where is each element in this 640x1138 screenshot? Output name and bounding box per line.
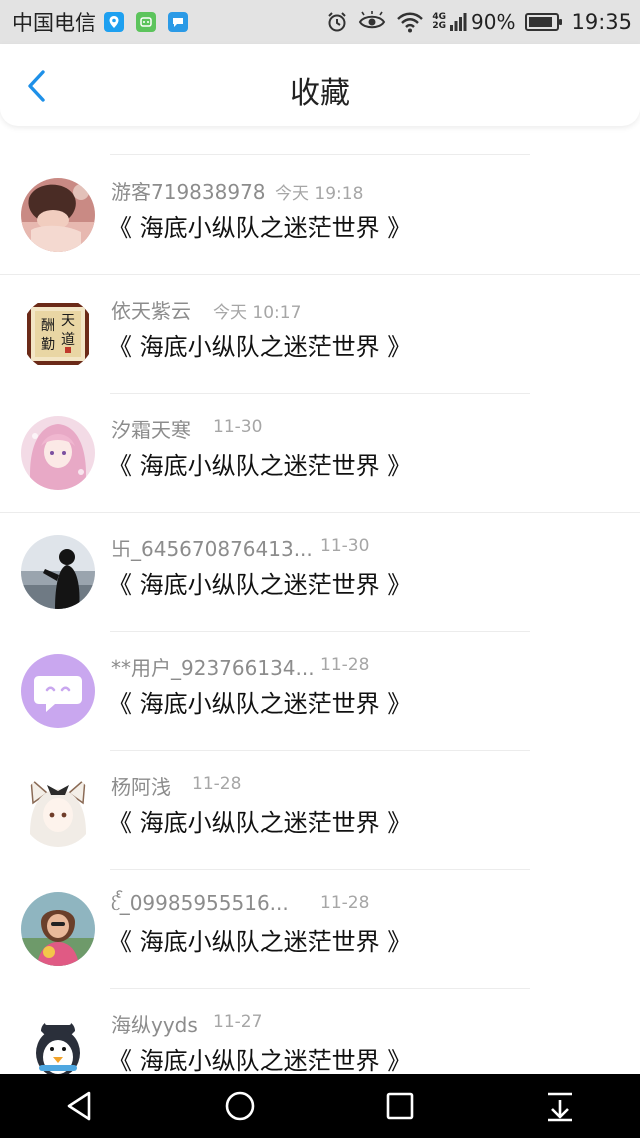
calligraphy-avatar[interactable]: 酬 天 勤 道: [21, 297, 95, 371]
battery-percent: 90%: [471, 10, 516, 34]
alarm-icon: [326, 11, 348, 33]
timestamp: 今天 19:18: [275, 184, 364, 204]
story-title: 《 海底小纵队之迷茫世界 》: [108, 1047, 412, 1074]
eye-icon: [358, 11, 386, 33]
partial-list-item: [0, 126, 640, 156]
story-title: 《 海底小纵队之迷茫世界 》: [108, 571, 412, 599]
username: 依天紫云: [111, 299, 191, 323]
battery-fill: [529, 17, 553, 27]
status-right: 4G 2G 90% 19:35: [316, 10, 632, 34]
username: 海纵yyds: [111, 1013, 198, 1037]
story-title: 《 海底小纵队之迷茫世界 》: [108, 333, 412, 361]
chat-bubble-icon: [168, 12, 188, 32]
app-notification-icon: [136, 12, 156, 32]
system-nav-bar: [0, 1074, 640, 1138]
svg-text:道: 道: [61, 332, 75, 348]
app-header: 收藏: [0, 44, 640, 126]
girl-pink-avatar[interactable]: [21, 178, 95, 252]
list-divider: [110, 154, 530, 155]
svg-text:天: 天: [61, 313, 75, 329]
timestamp: 11-28: [192, 774, 242, 794]
story-title: 《 海底小纵队之迷茫世界 》: [108, 690, 412, 718]
cartoon-girl-avatar[interactable]: [21, 892, 95, 966]
timestamp: 11-30: [320, 536, 370, 556]
list-item[interactable]: **用户_923766134... 11-28 《 海底小纵队之迷茫世界 》: [0, 632, 640, 751]
anime-cat-ear-avatar[interactable]: [21, 773, 95, 847]
username: ᦷᩘ_09985955516...: [111, 891, 289, 915]
location-pin-icon: [104, 12, 124, 32]
penguin-avatar[interactable]: [21, 1011, 95, 1074]
wifi-icon: [396, 11, 424, 33]
clock: 19:35: [571, 10, 632, 34]
network-type-label: 4G 2G: [432, 13, 446, 31]
list-item[interactable]: 杨阿浅 11-28 《 海底小纵队之迷茫世界 》: [0, 751, 640, 870]
story-title: 《 海底小纵队之迷茫世界 》: [108, 214, 412, 242]
notification-pulldown-icon: [548, 1092, 572, 1122]
timestamp: 11-30: [213, 417, 263, 437]
status-left: 中国电信: [12, 7, 200, 37]
story-title: 《 海底小纵队之迷茫世界 》: [108, 809, 412, 837]
list-item[interactable]: 卐_645670876413... 11-30 《 海底小纵队之迷茫世界 》: [0, 513, 640, 632]
nav-home-button[interactable]: [210, 1076, 270, 1136]
network-bottom-label: 2G: [432, 21, 447, 31]
back-triangle-icon: [67, 1091, 91, 1121]
username: 卐_645670876413...: [111, 537, 313, 561]
signal-icon: [449, 11, 467, 33]
svg-text:酬: 酬: [41, 318, 55, 334]
nav-notification-button[interactable]: [530, 1076, 590, 1136]
nav-recents-button[interactable]: [370, 1076, 430, 1136]
purple-chat-avatar[interactable]: [21, 654, 95, 728]
carrier-label: 中国电信: [12, 11, 96, 35]
list-item[interactable]: 游客719838978 今天 19:18 《 海底小纵队之迷茫世界 》: [0, 156, 640, 275]
list-item[interactable]: 汐霜天寒 11-30 《 海底小纵队之迷茫世界 》: [0, 394, 640, 513]
story-title: 《 海底小纵队之迷茫世界 》: [108, 452, 412, 480]
status-bar: 中国电信 4G 2G 90% 19:35: [0, 0, 640, 44]
username: 杨阿浅: [111, 775, 171, 799]
timestamp: 11-28: [320, 655, 370, 675]
nav-back-button[interactable]: [50, 1076, 110, 1136]
battery-icon: [525, 13, 563, 31]
story-title: 《 海底小纵队之迷茫世界 》: [108, 928, 412, 956]
silhouette-sea-avatar[interactable]: [21, 535, 95, 609]
timestamp: 11-28: [320, 893, 370, 913]
list-item[interactable]: 酬 天 勤 道 依天紫云 今天 10:17 《 海底小纵队之迷茫世界 》: [0, 275, 640, 394]
page-title: 收藏: [290, 76, 350, 111]
list-item[interactable]: ᦷᩘ_09985955516... 11-28 《 海底小纵队之迷茫世界 》: [0, 870, 640, 989]
home-circle-icon: [225, 1091, 255, 1121]
username: 汐霜天寒: [111, 418, 191, 442]
username: **用户_923766134...: [111, 656, 315, 680]
list-item[interactable]: 海纵yyds 11-27 《 海底小纵队之迷茫世界 》: [0, 989, 640, 1074]
recents-square-icon: [386, 1092, 414, 1120]
timestamp: 11-27: [213, 1012, 263, 1032]
timestamp: 今天 10:17: [213, 303, 302, 323]
svg-text:勤: 勤: [41, 337, 55, 353]
anime-pink-hair-avatar[interactable]: [21, 416, 95, 490]
favorites-list[interactable]: 游客719838978 今天 19:18 《 海底小纵队之迷茫世界 》 酬 天 …: [0, 126, 640, 1074]
username: 游客719838978: [111, 180, 266, 204]
